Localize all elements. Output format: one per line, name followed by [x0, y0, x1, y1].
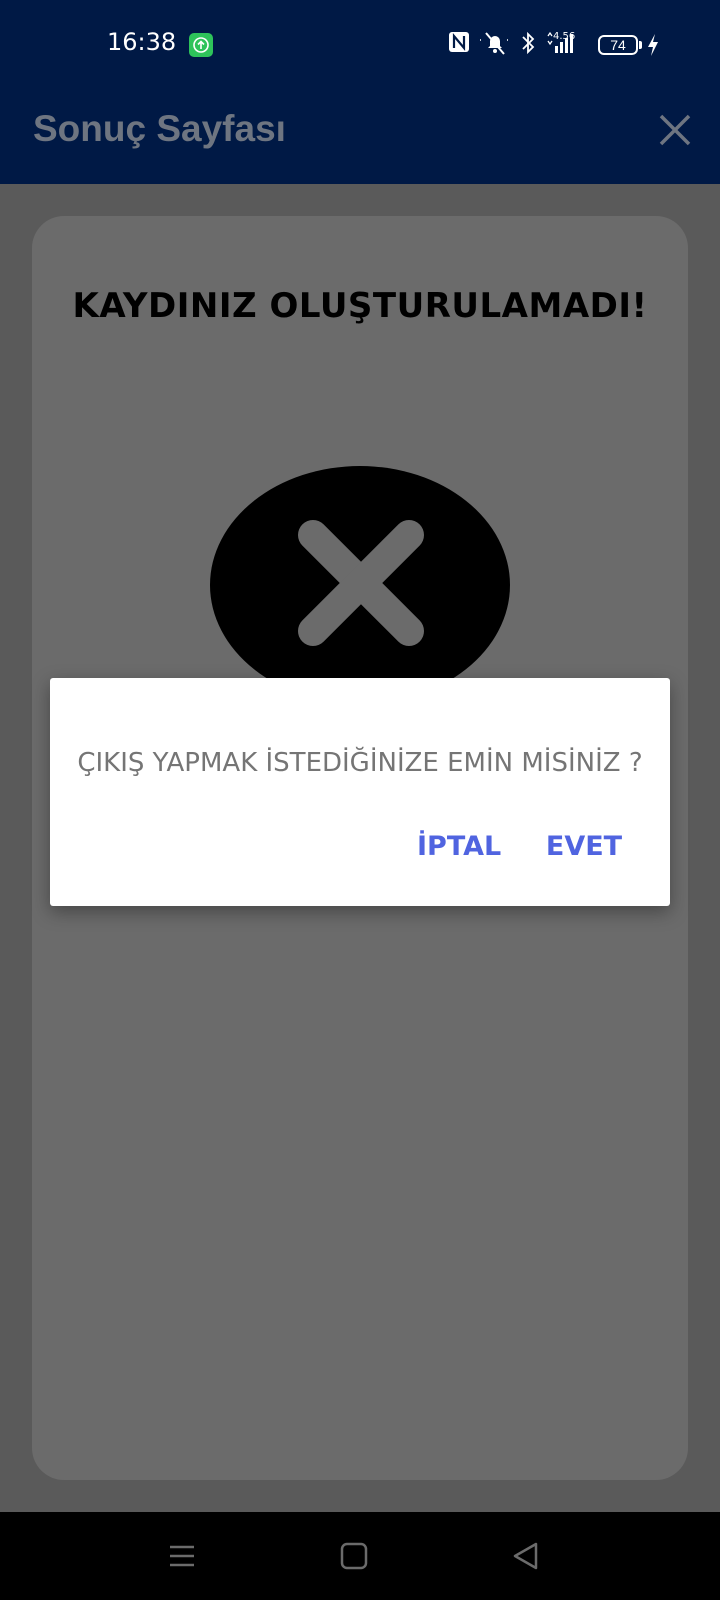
- dialog-message: ÇIKIŞ YAPMAK İSTEDİĞİNİZE EMİN MİSİNİZ ?: [77, 748, 643, 778]
- cancel-button[interactable]: İPTAL: [417, 826, 501, 866]
- bluetooth-icon: [522, 31, 535, 55]
- battery-level: 74: [610, 37, 626, 53]
- net-speed: 4.56: [553, 31, 576, 42]
- charging-icon: [648, 34, 658, 56]
- confirm-button[interactable]: EVET: [544, 826, 624, 866]
- nfc-icon: [449, 32, 469, 52]
- status-time: 16:38: [107, 28, 177, 56]
- home-icon[interactable]: [334, 1536, 374, 1576]
- close-icon[interactable]: [655, 110, 695, 150]
- menu-icon[interactable]: [162, 1536, 202, 1576]
- status-bar: 16:38 4.56 74: [0, 0, 720, 90]
- upload-badge-icon: [189, 33, 213, 57]
- battery-icon: 74: [598, 35, 638, 55]
- error-x-icon: [210, 466, 510, 690]
- battery-tip: [639, 41, 642, 49]
- app-bar: Sonuç Sayfası: [0, 90, 720, 184]
- navigation-bar: [0, 1512, 720, 1600]
- page-title: Sonuç Sayfası: [33, 108, 286, 149]
- exit-confirm-dialog: ÇIKIŞ YAPMAK İSTEDİĞİNİZE EMİN MİSİNİZ ?…: [50, 678, 670, 906]
- back-icon[interactable]: [506, 1536, 546, 1576]
- result-title: KAYDINIZ OLUŞTURULAMADI!: [72, 286, 648, 326]
- silent-icon: [480, 32, 510, 55]
